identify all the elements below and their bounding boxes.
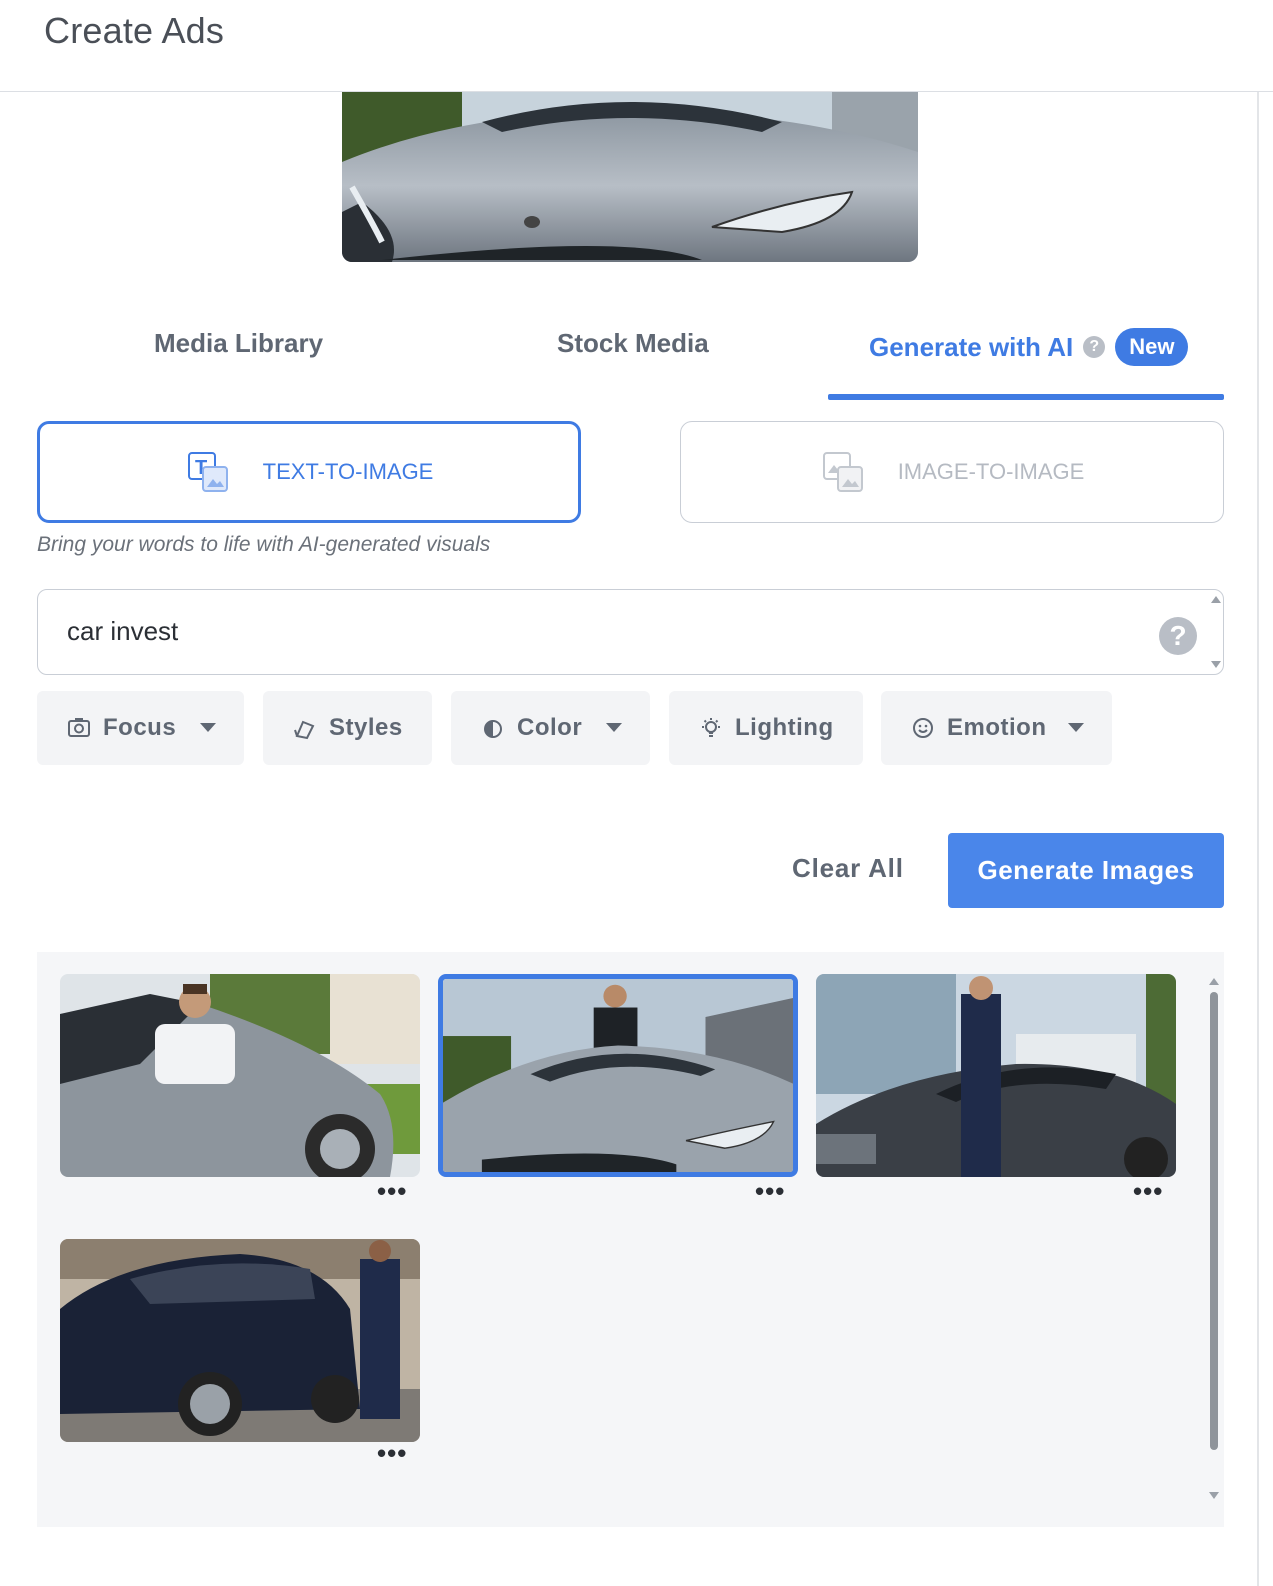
more-options-icon[interactable]: •••: [377, 1178, 407, 1204]
car-photo: [60, 974, 420, 1177]
gallery-scrollbar[interactable]: [1207, 974, 1219, 1504]
tab-stock-media[interactable]: Stock Media: [557, 328, 709, 359]
text-to-image-label: TEXT-TO-IMAGE: [262, 459, 434, 484]
question-icon[interactable]: ?: [1159, 617, 1197, 655]
sedan-photo: [816, 974, 1176, 1177]
color-label: Color: [517, 714, 583, 741]
selected-image-preview: [342, 92, 918, 262]
image-to-image-option[interactable]: IMAGE-TO-IMAGE: [680, 421, 1224, 523]
header: Create Ads: [0, 0, 1273, 92]
more-options-icon[interactable]: •••: [755, 1178, 785, 1204]
generated-image[interactable]: [816, 974, 1176, 1177]
styles-label: Styles: [329, 714, 403, 741]
sports-car-image: [342, 92, 918, 262]
generate-images-button[interactable]: Generate Images: [948, 833, 1224, 908]
emotion-dropdown[interactable]: Emotion: [881, 691, 1112, 765]
bulb-icon: [699, 716, 723, 740]
scroll-down-arrow-icon[interactable]: [1209, 1492, 1219, 1499]
scroll-up-arrow-icon[interactable]: [1209, 978, 1219, 985]
focus-dropdown[interactable]: Focus: [37, 691, 244, 765]
suv-photo: [60, 1239, 420, 1442]
image-image-icon: [820, 449, 866, 495]
generated-image[interactable]: [60, 974, 420, 1177]
page-scrollbar-track[interactable]: [1257, 92, 1259, 1586]
sports-car-photo: [443, 979, 793, 1172]
chevron-down-icon: [1068, 723, 1084, 732]
lighting-button[interactable]: Lighting: [669, 691, 863, 765]
tab-generate-with-ai[interactable]: Generate with AI ? New: [869, 328, 1189, 366]
mode-description: Bring your words to life with AI-generat…: [37, 533, 491, 556]
text-image-icon: T: [185, 449, 231, 495]
styles-button[interactable]: Styles: [263, 691, 432, 765]
clear-all-button[interactable]: Clear All: [792, 853, 904, 884]
more-options-icon[interactable]: •••: [1133, 1178, 1163, 1204]
text-to-image-option[interactable]: T TEXT-TO-IMAGE: [37, 421, 581, 523]
scroll-up-arrow-icon[interactable]: [1211, 596, 1221, 603]
generated-image[interactable]: [60, 1239, 420, 1442]
droplet-icon: [481, 716, 505, 740]
prompt-value[interactable]: car invest: [67, 616, 178, 647]
emotion-label: Emotion: [947, 714, 1047, 741]
image-to-image-label: IMAGE-TO-IMAGE: [897, 459, 1085, 484]
tab-generate-label: Generate with AI: [869, 331, 1074, 362]
scrollbar-thumb[interactable]: [1210, 992, 1218, 1450]
chevron-down-icon: [200, 723, 216, 732]
brush-icon: [293, 716, 317, 740]
lighting-label: Lighting: [735, 714, 834, 741]
camera-icon: [67, 716, 91, 740]
question-icon[interactable]: ?: [1083, 336, 1106, 358]
page-title: Create Ads: [44, 10, 225, 51]
generated-images-gallery: ••• ••• ••• •••: [37, 952, 1224, 1527]
more-options-icon[interactable]: •••: [377, 1440, 407, 1466]
chevron-down-icon: [606, 723, 622, 732]
tab-media-library[interactable]: Media Library: [154, 328, 323, 359]
color-dropdown[interactable]: Color: [451, 691, 650, 765]
generated-image-selected[interactable]: [438, 974, 798, 1177]
active-tab-indicator: [828, 394, 1224, 400]
scroll-down-arrow-icon[interactable]: [1211, 661, 1221, 668]
focus-label: Focus: [103, 714, 177, 741]
new-badge: New: [1115, 328, 1189, 366]
smile-icon: [911, 716, 935, 740]
prompt-textarea[interactable]: car invest ?: [37, 589, 1224, 675]
